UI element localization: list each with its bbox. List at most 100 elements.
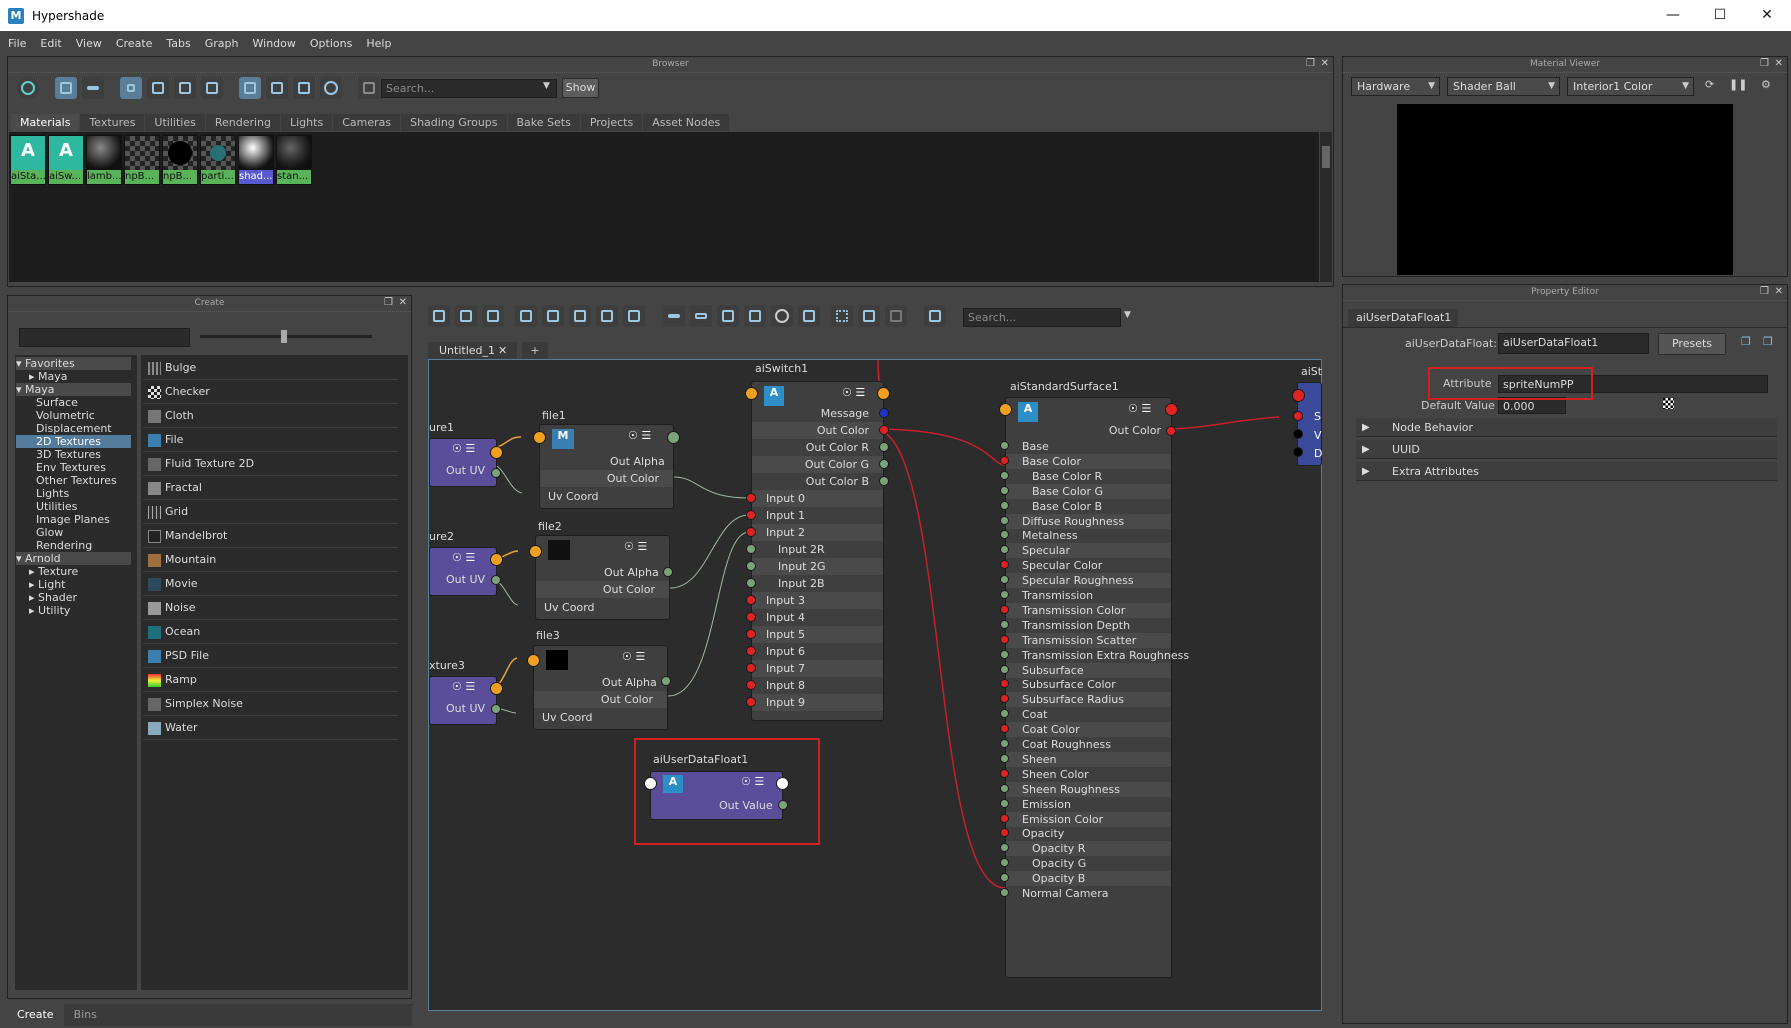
port-dot[interactable] (1000, 604, 1009, 614)
remove-selected-icon[interactable] (569, 305, 591, 327)
port-dot[interactable] (1000, 515, 1009, 525)
aistandardsurface-attr-row[interactable]: Base Color R (1006, 469, 1171, 484)
node-fluid-texture-2d[interactable]: Fluid Texture 2D (143, 453, 398, 476)
renderer-dropdown[interactable]: Hardware ▼ (1351, 77, 1440, 96)
settings-icon[interactable]: ☉ ☰ (628, 429, 651, 442)
aistandardsurface-node[interactable]: A ☉ ☰ Out Color Base Base Color Base Color… (1005, 397, 1189, 978)
icon-size-slider[interactable] (200, 330, 372, 343)
aistandardsurface-attr-row[interactable]: Coat Roughness (1006, 737, 1171, 752)
aistandardsurface-attr-row[interactable]: Coat (1006, 707, 1171, 722)
tree-displacement[interactable]: Displacement (36, 422, 112, 435)
menu-window[interactable]: Window (253, 37, 296, 50)
port-dot[interactable] (1000, 455, 1009, 465)
graph-layout-icon[interactable] (623, 305, 645, 327)
aistandardsurface-attr-row[interactable]: Coat Color (1006, 722, 1171, 738)
sg-in-port[interactable] (1292, 389, 1305, 402)
place2d-node-1[interactable]: ☉ ☰ Out UV (429, 438, 497, 487)
close-panel-icon[interactable]: ✕ (399, 297, 407, 308)
node-bulge[interactable]: Bulge (143, 357, 398, 380)
aiswitch-attr-row[interactable]: Out Color (752, 422, 883, 439)
focus-icon[interactable]: ❐ (1763, 335, 1773, 348)
tree-2d-textures[interactable]: 2D Textures (16, 435, 131, 448)
sg-surface-port[interactable] (1293, 411, 1303, 421)
port-dot[interactable] (1000, 590, 1009, 599)
graph-output-connections-icon[interactable] (482, 305, 504, 327)
xlarge-swatch-icon[interactable] (201, 77, 223, 99)
node-mandelbrot[interactable]: Mandelbrot (143, 525, 398, 548)
reverse-order-icon[interactable] (320, 77, 342, 99)
node-cloth[interactable]: Cloth (143, 405, 398, 428)
place2d-node-2[interactable]: ☉ ☰ Out UV (429, 547, 497, 596)
port-out-uv-2[interactable] (490, 553, 503, 566)
section-node-behavior[interactable]: ▶ Node Behavior (1356, 418, 1777, 437)
aiswitch-attr-row[interactable]: Input 0 (752, 490, 883, 507)
float-panel-icon[interactable]: ❐ (1760, 286, 1769, 297)
file1-in-port[interactable] (533, 431, 546, 444)
sort-by-time-icon[interactable] (293, 77, 315, 99)
section-uuid[interactable]: ▶ UUID (1356, 440, 1777, 459)
port-out-uv-2b[interactable] (491, 575, 501, 585)
sort-by-name-icon[interactable] (239, 77, 261, 99)
aistandardsurface-attr-row[interactable]: Subsurface Radius (1006, 692, 1171, 708)
aiswitch-attr-row[interactable]: Input 2B (752, 575, 883, 592)
add-tab-button[interactable]: + (522, 342, 548, 359)
aiswitch-out-port[interactable] (877, 387, 890, 400)
node-fractal[interactable]: Fractal (143, 477, 398, 500)
render-icon[interactable]: ⚙ (1761, 78, 1771, 91)
node-simplex-noise[interactable]: Simplex Noise (143, 693, 398, 716)
port-dot[interactable] (1000, 470, 1009, 480)
aiswitch-attr-row[interactable]: Input 2G (752, 558, 883, 575)
tab-bake-sets[interactable]: Bake Sets (507, 114, 580, 131)
aistandardsurface-attr-row[interactable]: Base (1006, 439, 1171, 454)
create-search-input[interactable] (19, 328, 190, 347)
frame-all-icon[interactable] (771, 305, 793, 327)
port-dot[interactable] (1000, 888, 1009, 897)
browser-scrollbar[interactable] (1320, 132, 1332, 282)
menu-file[interactable]: File (8, 37, 26, 50)
aistandardsurface-attr-row[interactable]: Opacity R (1006, 841, 1171, 857)
menu-tabs[interactable]: Tabs (166, 37, 190, 50)
swatch-particle[interactable]: parti... (200, 135, 236, 185)
add-selected-icon[interactable] (542, 305, 564, 327)
graph-both-connections-icon[interactable] (455, 305, 477, 327)
aistandardsurface-attr-row[interactable]: Specular Roughness (1006, 573, 1171, 589)
aistandardsurface-attr-row[interactable]: Subsurface (1006, 662, 1171, 678)
port-out-uv-3[interactable] (490, 682, 503, 695)
pause-icon[interactable]: ❚❚ (1729, 78, 1747, 91)
filter-icon[interactable] (358, 77, 380, 99)
aistandardsurface-attr-row[interactable]: Specular Color (1006, 558, 1171, 573)
tab-aiuserdatafloat1[interactable]: aiUserDataFloat1 (1348, 309, 1458, 327)
aiswitch-attr-row[interactable]: Input 4 (752, 609, 883, 626)
aiswitch-attr-row[interactable]: Input 1 (752, 507, 883, 524)
swatch-aistandardsurface[interactable]: A aiSta... (10, 135, 46, 185)
port-out-uv-3b[interactable] (491, 704, 501, 714)
aistandardsurface-attr-row[interactable]: Transmission Color (1006, 602, 1171, 618)
port-dot[interactable] (746, 544, 756, 554)
aiswitch-attr-row[interactable]: Out Color G (752, 456, 883, 473)
presets-button[interactable]: Presets (1658, 333, 1726, 355)
aiswitch-attr-row[interactable]: Out Color B (752, 473, 883, 490)
menu-options[interactable]: Options (310, 37, 352, 50)
slider-handle[interactable] (281, 330, 287, 343)
aistandardsurface-attr-row[interactable]: Opacity G (1006, 856, 1171, 871)
file3-out-port[interactable] (661, 676, 671, 686)
close-tab-icon[interactable]: ✕ (498, 342, 507, 359)
file1-node[interactable]: M ☉ ☰ Out Alpha Out Color Uv Coord (539, 424, 674, 509)
swatch-view-icon[interactable] (55, 77, 77, 99)
tab-bins[interactable]: Bins (64, 1004, 107, 1026)
aistandardsurface-attr-row[interactable]: Transmission Depth (1006, 618, 1171, 633)
node-mountain[interactable]: Mountain (143, 549, 398, 572)
port-dot[interactable] (746, 612, 756, 622)
aiswitch-attr-row[interactable]: Out Color R (752, 439, 883, 456)
float-panel-icon[interactable]: ❐ (1306, 58, 1315, 69)
port-dot[interactable] (1000, 664, 1009, 674)
map-button-icon[interactable] (1663, 398, 1674, 409)
settings-icon[interactable]: ☉ ☰ (622, 650, 645, 663)
connected-mode-icon[interactable] (690, 305, 712, 327)
aistandardsurface-attr-row[interactable]: Base Color G (1006, 483, 1171, 499)
copy-tab-icon[interactable]: ❐ (1741, 335, 1751, 348)
tree-volumetric[interactable]: Volumetric (36, 409, 95, 422)
custom-mode-icon[interactable] (744, 305, 766, 327)
file2-node[interactable]: ☉ ☰ Out Alpha Out Color Uv Coord (535, 535, 670, 620)
tree-glow[interactable]: Glow (36, 526, 63, 539)
